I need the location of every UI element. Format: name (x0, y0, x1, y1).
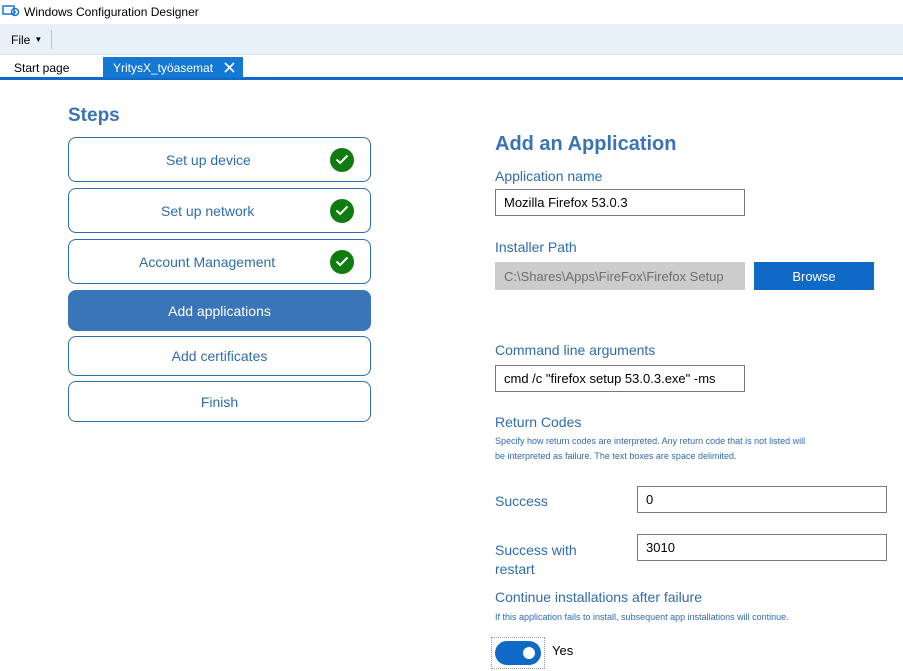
close-icon[interactable] (221, 58, 237, 76)
success-input[interactable]: 0 (637, 486, 887, 513)
continue-help: If this application fails to install, su… (495, 612, 789, 622)
file-menu-label: File (11, 32, 31, 47)
tab-label: YritysX_työasemat (113, 60, 214, 75)
step-label: Set up device (166, 151, 251, 168)
title-bar: Windows Configuration Designer (0, 0, 903, 24)
step-label: Set up network (161, 202, 255, 219)
menu-bar: File ▼ (0, 24, 903, 55)
continue-toggle[interactable] (495, 641, 541, 665)
window-title: Windows Configuration Designer (24, 5, 199, 19)
return-codes-label: Return Codes (495, 414, 582, 430)
continue-toggle-text: Yes (552, 643, 574, 658)
step-label: Add certificates (171, 348, 268, 364)
checkmark-icon (330, 147, 354, 172)
success-label: Success (495, 493, 548, 509)
return-codes-help-line: be interpreted as failure. The text boxe… (495, 451, 737, 461)
step-set-up-device[interactable]: Set up device (68, 137, 371, 182)
return-codes-help: Specify how return codes are interpreted… (495, 434, 855, 464)
step-account-management[interactable]: Account Management (68, 239, 371, 284)
tab-label: Start page (14, 61, 70, 75)
step-label: Account Management (139, 253, 276, 270)
success-restart-label: Success with restart (495, 541, 577, 579)
step-add-applications[interactable]: Add applications (68, 290, 371, 331)
app-icon (2, 5, 20, 17)
app-name-label: Application name (495, 168, 603, 184)
success-restart-input[interactable]: 3010 (637, 534, 887, 561)
tab-start-page[interactable]: Start page (4, 58, 79, 78)
installer-path-label: Installer Path (495, 239, 577, 255)
step-set-up-network[interactable]: Set up network (68, 188, 371, 233)
tab-project[interactable]: YritysX_työasemat (103, 57, 243, 78)
page-title: Add an Application (495, 133, 677, 155)
chevron-down-icon: ▼ (34, 35, 43, 44)
checkmark-icon (330, 249, 354, 274)
success-restart-label-line: restart (495, 561, 535, 577)
toggle-knob (523, 647, 535, 659)
file-menu[interactable]: File ▼ (4, 29, 49, 50)
menu-separator (51, 30, 52, 49)
step-add-certificates[interactable]: Add certificates (68, 336, 371, 376)
steps-title: Steps (68, 105, 120, 126)
step-label: Finish (200, 393, 239, 410)
step-label: Add applications (168, 302, 271, 319)
browse-button[interactable]: Browse (754, 262, 874, 290)
tab-strip: Start page YritysX_työasemat (0, 55, 903, 80)
cmd-args-input[interactable]: cmd /c "firefox setup 53.0.3.exe" -ms (495, 365, 745, 392)
app-name-input[interactable]: Mozilla Firefox 53.0.3 (495, 189, 745, 216)
success-restart-label-line: Success with (495, 542, 577, 558)
return-codes-help-line: Specify how return codes are interpreted… (495, 436, 806, 446)
cmd-args-label: Command line arguments (495, 342, 656, 358)
continue-label: Continue installations after failure (495, 589, 703, 605)
step-finish[interactable]: Finish (68, 381, 371, 422)
installer-path-input: C:\Shares\Apps\FireFox\Firefox Setup (495, 262, 745, 290)
checkmark-icon (330, 198, 354, 223)
